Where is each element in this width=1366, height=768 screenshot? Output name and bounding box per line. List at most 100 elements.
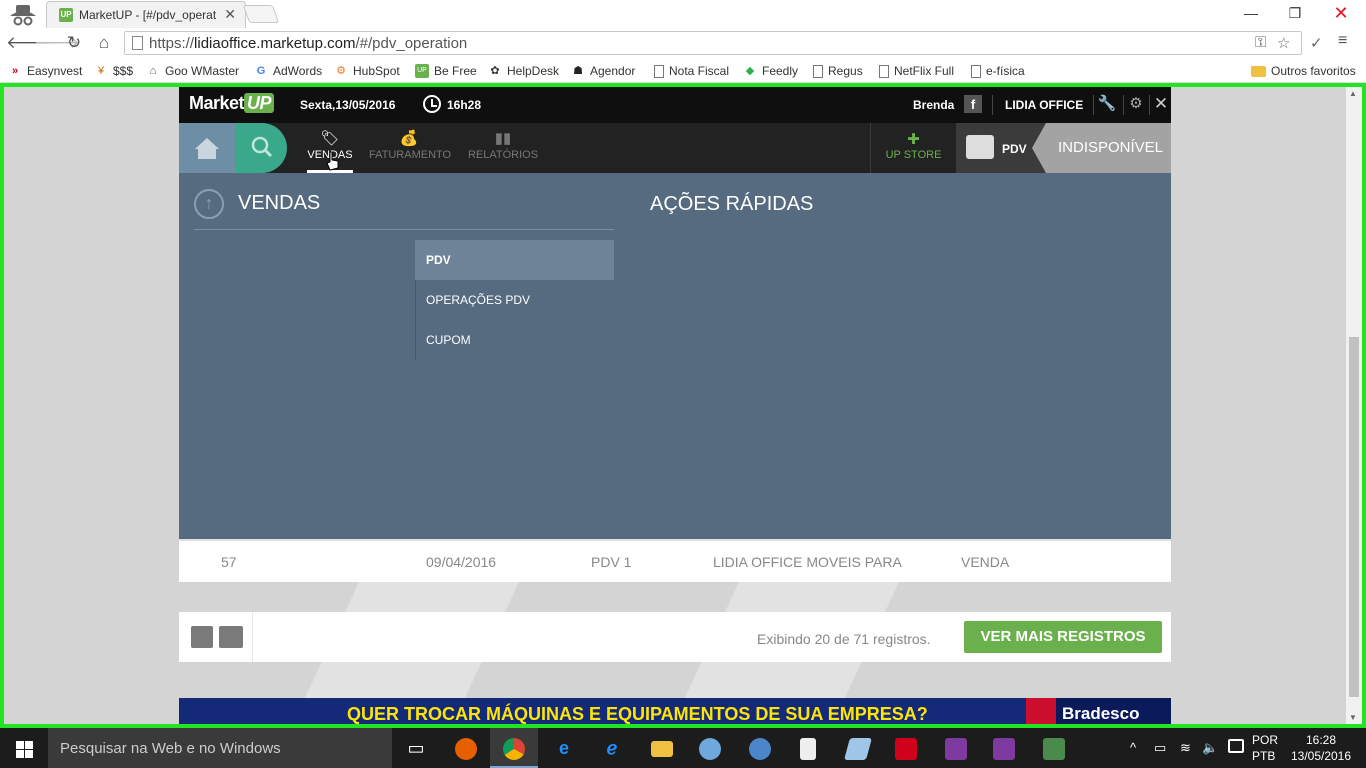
- input-language[interactable]: POR PTB: [1252, 732, 1278, 764]
- feedly-icon: ◆: [745, 65, 755, 77]
- task-view-icon[interactable]: ▭: [392, 728, 440, 768]
- google-icon: G: [256, 65, 266, 77]
- load-more-button[interactable]: VER MAIS REGISTROS: [964, 621, 1162, 653]
- windows-logo-icon: [16, 741, 24, 749]
- bookmark-regus[interactable]: Regus: [813, 62, 863, 80]
- window-restore-button[interactable]: ❐: [1272, 0, 1318, 28]
- wifi-icon[interactable]: ≋: [1180, 740, 1191, 756]
- bradesco-logo-icon: [1026, 698, 1056, 724]
- table-row[interactable]: 57 09/04/2016 PDV 1 LIDIA OFFICE MOVEIS …: [179, 539, 1171, 582]
- key-icon[interactable]: ⚿: [1255, 34, 1266, 51]
- print-icon[interactable]: [191, 626, 213, 648]
- ad-banner[interactable]: QUER TROCAR MÁQUINAS E EQUIPAMENTOS DE S…: [179, 698, 1171, 724]
- bookmark-easynvest[interactable]: » Easynvest: [8, 62, 82, 80]
- company-name[interactable]: LIDIA OFFICE: [1005, 98, 1083, 112]
- url-path: /#/pdv_operation: [355, 35, 468, 52]
- bookmark-adwords[interactable]: G AdWords: [254, 62, 322, 80]
- close-icon[interactable]: ✕: [1151, 94, 1171, 114]
- pdv-status-badge: INDISPONÍVEL: [1032, 123, 1171, 173]
- ie-icon[interactable]: ℯ: [588, 728, 636, 768]
- bookmark-helpdesk[interactable]: ✿ HelpDesk: [488, 62, 559, 80]
- submenu-item-pdv[interactable]: PDV: [415, 240, 614, 280]
- export-icon[interactable]: [219, 626, 243, 648]
- onenote-2016-icon[interactable]: [980, 728, 1028, 768]
- scroll-up-arrow-icon[interactable]: ▲: [1349, 89, 1357, 98]
- nav-relatorios[interactable]: ▮▮ RELATÓRIOS: [465, 123, 541, 173]
- mail-icon[interactable]: [736, 728, 784, 768]
- volume-icon[interactable]: 🔈: [1202, 740, 1218, 756]
- arrow-up-circle-icon[interactable]: ↑: [194, 189, 224, 219]
- battery-icon[interactable]: ▭: [1154, 740, 1166, 756]
- extension-check-icon[interactable]: ✓: [1310, 34, 1323, 52]
- bookmark-dollar[interactable]: ¥ $$$: [94, 62, 133, 80]
- bookmark-netflix-full[interactable]: NetFlix Full: [879, 62, 954, 80]
- bookmark-e-fisica[interactable]: e-física: [971, 62, 1025, 80]
- forward-arrow-icon[interactable]: 🡒: [34, 32, 80, 54]
- footer-actions: [179, 612, 253, 662]
- page-icon: [813, 64, 823, 78]
- back-arrow-icon[interactable]: 🡐: [6, 32, 52, 54]
- scroll-down-arrow-icon[interactable]: ▼: [1349, 713, 1357, 722]
- header-divider: [1123, 95, 1124, 115]
- bookmark-hubspot[interactable]: ⚙ HubSpot: [334, 62, 400, 80]
- row-pdv: PDV 1: [591, 554, 632, 570]
- tab-title: MarketUP - [#/pdv_operat: [79, 8, 217, 22]
- wrench-icon[interactable]: 🔧: [1097, 94, 1117, 114]
- header-divider: [992, 95, 993, 115]
- row-client: LIDIA OFFICE MOVEIS PARA: [713, 554, 902, 570]
- user-name[interactable]: Brenda: [913, 98, 954, 112]
- address-url: https://lidiaoffice.marketup.com/#/pdv_o…: [149, 35, 467, 52]
- chrome-icon[interactable]: [490, 728, 538, 768]
- chrome-menu-icon[interactable]: ≡: [1338, 32, 1347, 50]
- incognito-icon: [10, 5, 36, 26]
- network-icon[interactable]: [686, 728, 734, 768]
- home-icon[interactable]: ⌂: [93, 32, 115, 54]
- bookmark-agendor[interactable]: ☗ Agendor: [571, 62, 635, 80]
- vendas-dropdown-panel: ↑ VENDAS AÇÕES RÁPIDAS PDV OPERAÇÕES PDV…: [179, 173, 1171, 539]
- bookmark-be-free[interactable]: UP Be Free: [415, 62, 477, 80]
- app-header: Market UP Sexta,13/05/2016 16h28 Brenda f…: [179, 87, 1171, 123]
- app-icon[interactable]: [1030, 728, 1078, 768]
- system-clock[interactable]: 16:28 13/05/2016: [1290, 732, 1352, 764]
- new-tab-button[interactable]: [242, 5, 280, 23]
- submenu-item-operacoes-pdv[interactable]: OPERAÇÕES PDV: [415, 280, 614, 320]
- scroll-thumb[interactable]: [1349, 337, 1359, 697]
- facebook-icon[interactable]: f: [964, 95, 982, 113]
- records-count: Exibindo 20 de 71 registros.: [757, 631, 931, 647]
- tab-close-icon[interactable]: ✕: [224, 6, 236, 23]
- notes-icon[interactable]: [834, 728, 882, 768]
- address-bar[interactable]: https://lidiaoffice.marketup.com/#/pdv_o…: [124, 31, 1302, 55]
- bookmark-other-folder[interactable]: Outros favoritos: [1251, 62, 1356, 80]
- page-scrollbar[interactable]: ▲ ▼: [1346, 87, 1362, 724]
- bookmark-feedly[interactable]: ◆ Feedly: [743, 62, 798, 80]
- submenu-item-cupom[interactable]: CUPOM: [415, 320, 614, 360]
- bookmark-goo-wmaster[interactable]: ⌂ Goo WMaster: [146, 62, 239, 80]
- nav-up-store[interactable]: ✚ UP STORE: [870, 123, 956, 173]
- taskbar-search[interactable]: Pesquisar na Web e no Windows: [48, 728, 392, 768]
- action-center-icon[interactable]: [1228, 739, 1244, 753]
- reload-icon[interactable]: ↻: [63, 32, 85, 54]
- row-id: 57: [221, 554, 237, 570]
- acrobat-icon[interactable]: [882, 728, 930, 768]
- bookmark-star-icon[interactable]: ☆: [1277, 34, 1290, 52]
- window-close-button[interactable]: ✕: [1318, 0, 1364, 28]
- bookmark-nota-fiscal[interactable]: Nota Fiscal: [654, 62, 729, 80]
- calculator-icon[interactable]: [784, 728, 832, 768]
- firefox-icon[interactable]: [442, 728, 490, 768]
- browser-tab[interactable]: UP MarketUP - [#/pdv_operat ✕: [46, 1, 246, 28]
- edge-icon[interactable]: e: [540, 728, 588, 768]
- search-button[interactable]: [235, 123, 287, 173]
- price-tag-icon: 🏷: [320, 130, 340, 147]
- hubspot-icon: ⚙: [336, 65, 346, 77]
- settings-gear-icon[interactable]: ⚙: [1126, 94, 1146, 114]
- house-icon: [195, 138, 219, 159]
- start-button[interactable]: [0, 728, 48, 768]
- file-explorer-icon[interactable]: [638, 728, 686, 768]
- nav-faturamento[interactable]: 💰 FATURAMENTO: [369, 123, 451, 173]
- show-hidden-icons-chevron-icon[interactable]: ^: [1130, 740, 1136, 755]
- window-minimize-button[interactable]: —: [1228, 0, 1274, 28]
- current-date: Sexta,13/05/2016: [300, 98, 396, 112]
- onenote-icon[interactable]: [932, 728, 980, 768]
- home-button[interactable]: [179, 123, 235, 173]
- marketup-logo[interactable]: Market UP: [189, 93, 275, 114]
